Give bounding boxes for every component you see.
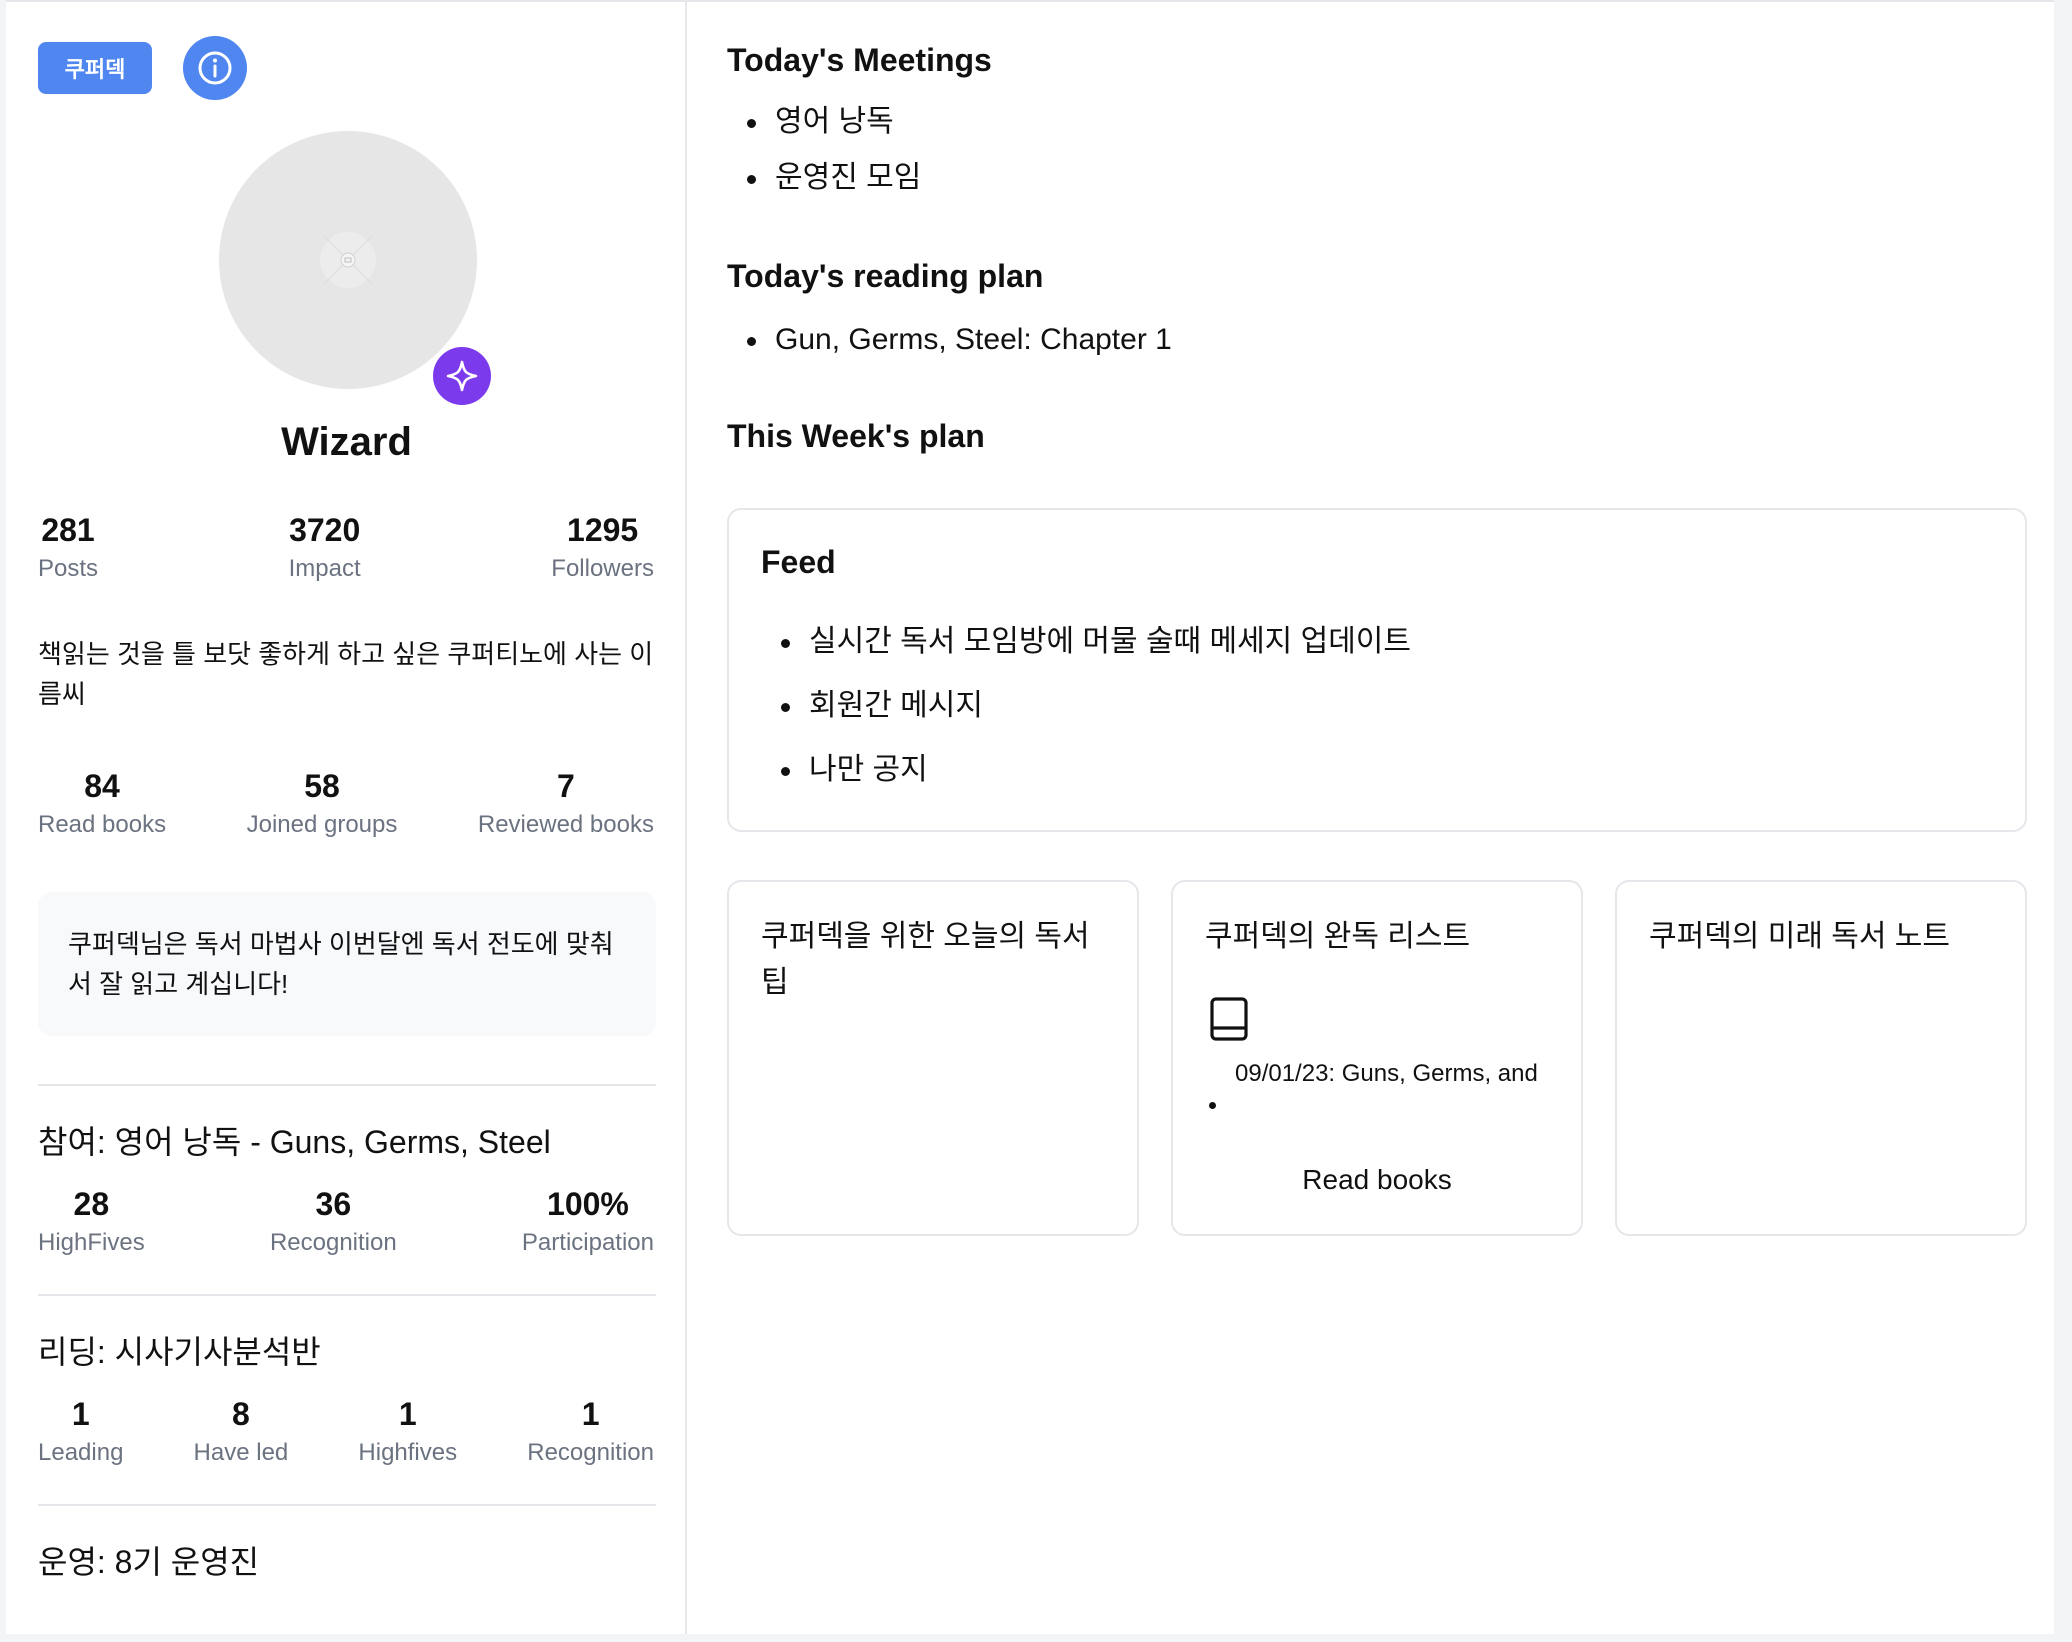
stat-value: 1: [71, 1396, 90, 1432]
stat-recognition[interactable]: 36 Recognition: [270, 1184, 397, 1260]
leading-title: 리딩: 시사기사분석반: [38, 1334, 321, 1370]
app-window: 쿠퍼덱 Wizard 281 Posts 3720 Impact 1295 Fo…: [6, 0, 2054, 1634]
info-button[interactable]: [183, 36, 247, 100]
profile-sidebar: 쿠퍼덱 Wizard 281 Posts 3720 Impact 1295 Fo…: [6, 2, 687, 1634]
stat-impact[interactable]: 3720 Impact: [289, 510, 361, 586]
stat-value: 36: [315, 1186, 352, 1222]
stat-value: 58: [304, 768, 340, 804]
stat-value: 1: [398, 1396, 417, 1432]
main-content: Today's Meetings 영어 낭독 운영진 모임 Today's re…: [689, 2, 2054, 1634]
feed-item[interactable]: 회원간 메시지: [761, 674, 1411, 738]
card-title: 쿠퍼덱을 위한 오늘의 독서 팁: [761, 920, 1090, 999]
stat-reviewed-books[interactable]: 7 Reviewed books: [478, 766, 654, 842]
magic-badge: [433, 347, 491, 405]
stat-label: Followers: [551, 555, 654, 582]
meetings-list: 영어 낭독 운영진 모임: [727, 94, 921, 206]
feed-item[interactable]: 나만 공지: [761, 738, 1411, 802]
profile-bio: 책읽는 것을 틀 보닷 좋하게 하고 싶은 쿠퍼티노에 사는 이름씨: [38, 639, 654, 709]
participation-title: 참여: 영어 낭독 - Guns, Germs, Steel: [38, 1124, 551, 1160]
stat-label: Read books: [38, 811, 167, 838]
stat-label: Reviewed books: [477, 811, 654, 838]
stat-label: Joined groups: [246, 811, 398, 838]
list-item[interactable]: Gun, Germs, Steel: Chapter 1: [727, 312, 1172, 368]
divider: [38, 1294, 656, 1296]
stat-label: Highfives: [358, 1439, 458, 1466]
image-placeholder-icon: [320, 232, 376, 288]
stat-read-books[interactable]: 84 Read books: [38, 766, 166, 842]
meetings-title: Today's Meetings: [727, 42, 992, 78]
stat-value: 1295: [567, 512, 639, 548]
stat-value: 3720: [289, 512, 361, 548]
stat-participation[interactable]: 100% Participation: [522, 1184, 654, 1260]
stat-label: Impact: [288, 555, 361, 582]
stat-recognition-leading[interactable]: 1 Recognition: [527, 1394, 654, 1470]
profile-name: Wizard: [281, 420, 412, 464]
stat-label: Participation: [521, 1229, 654, 1256]
participation-stats: 28 HighFives 36 Recognition 100% Participat…: [38, 1184, 654, 1260]
stat-label: Have led: [193, 1439, 289, 1466]
card-title: 쿠퍼덱의 완독 리스트: [1205, 920, 1471, 953]
status-callout: 쿠퍼덱님은 독서 마법사 이번달엔 독서 전도에 맞춰서 잘 읽고 계십니다!: [38, 892, 656, 1036]
operating-title: 운영: 8기 운영진: [38, 1544, 260, 1580]
stat-value: 28: [73, 1186, 110, 1222]
completed-entry[interactable]: 09/01/23: Guns, Germs, and: [1205, 1058, 1545, 1109]
stat-highfives[interactable]: 28 HighFives: [38, 1184, 145, 1260]
list-item[interactable]: 영어 낭독: [727, 94, 921, 150]
read-books-link[interactable]: Read books: [1173, 1164, 1581, 1196]
stat-value: 1: [581, 1396, 600, 1432]
completed-list-card[interactable]: 쿠퍼덱의 완독 리스트 09/01/23: Guns, Germs, and R…: [1171, 880, 1583, 1236]
stat-value: 281: [41, 512, 95, 548]
list-item[interactable]: 운영진 모임: [727, 150, 921, 206]
reading-plan-list: Gun, Germs, Steel: Chapter 1: [727, 312, 1172, 368]
stat-leading[interactable]: 1 Leading: [38, 1394, 123, 1470]
feed-title: Feed: [761, 544, 836, 580]
stat-value: 100%: [547, 1186, 629, 1222]
stat-label: Recognition: [527, 1439, 654, 1466]
stat-value: 84: [84, 768, 120, 804]
feed-list: 실시간 독서 모임방에 머물 술때 메세지 업데이트 회원간 메시지 나만 공지: [761, 610, 1411, 802]
week-plan-title: This Week's plan: [727, 418, 985, 454]
stat-followers[interactable]: 1295 Followers: [551, 510, 654, 586]
brand-button[interactable]: 쿠퍼덱: [38, 42, 152, 94]
info-icon: [198, 51, 232, 85]
reading-tips-card[interactable]: 쿠퍼덱을 위한 오늘의 독서 팁: [727, 880, 1139, 1236]
future-notes-card[interactable]: 쿠퍼덱의 미래 독서 노트: [1615, 880, 2027, 1236]
stat-joined-groups[interactable]: 58 Joined groups: [247, 766, 398, 842]
feed-item[interactable]: 실시간 독서 모임방에 머물 술때 메세지 업데이트: [761, 610, 1411, 674]
stat-value: 8: [232, 1396, 250, 1432]
divider: [38, 1084, 656, 1086]
feed-card: Feed 실시간 독서 모임방에 머물 술때 메세지 업데이트 회원간 메시지 …: [727, 508, 2027, 832]
leading-stats: 1 Leading 8 Have led 1 Highfives 1 Recogniti…: [38, 1394, 654, 1470]
stat-label: Recognition: [269, 1229, 397, 1256]
avatar[interactable]: [219, 131, 477, 389]
stat-posts[interactable]: 281 Posts: [38, 510, 98, 586]
stat-label: Posts: [38, 555, 99, 582]
profile-stats: 281 Posts 3720 Impact 1295 Followers: [38, 510, 654, 586]
card-title: 쿠퍼덱의 미래 독서 노트: [1649, 920, 1951, 953]
stat-label: HighFives: [38, 1229, 145, 1256]
stat-value: 7: [557, 768, 575, 804]
sparkle-icon: [446, 360, 478, 392]
stat-have-led[interactable]: 8 Have led: [194, 1394, 289, 1470]
stat-highfives-leading[interactable]: 1 Highfives: [358, 1394, 457, 1470]
book-stats: 84 Read books 58 Joined groups 7 Reviewed b…: [38, 766, 654, 842]
reading-plan-title: Today's reading plan: [727, 258, 1044, 294]
stat-label: Leading: [38, 1439, 124, 1466]
book-icon: [1210, 997, 1248, 1041]
divider: [38, 1504, 656, 1506]
